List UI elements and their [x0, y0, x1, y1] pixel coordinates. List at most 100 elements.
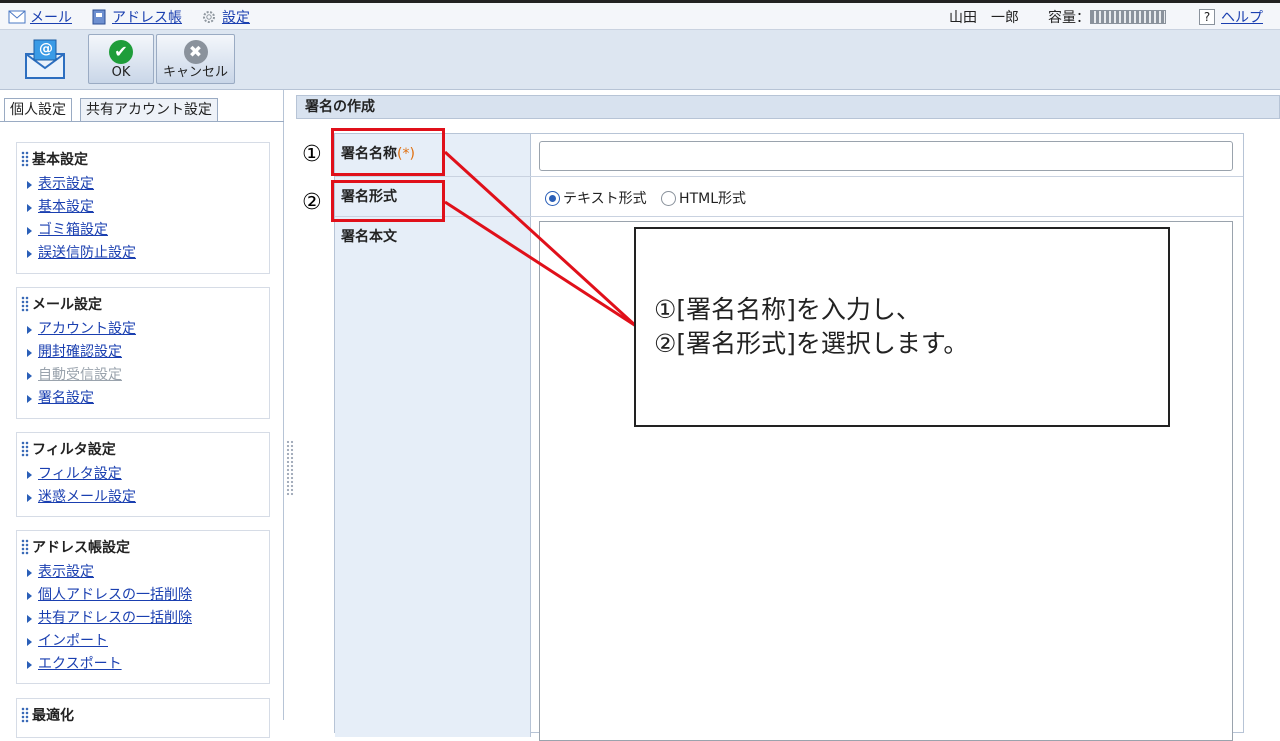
settings-sidebar: 個人設定 共有アカウント設定 基本設定 表示設定 基本設定 ゴミ箱設定 誤送信防止設定メ…	[0, 90, 284, 738]
sidebar-link[interactable]: 開封確認設定	[38, 341, 122, 364]
sidebar-link[interactable]: 共有アドレスの一括削除	[38, 607, 192, 630]
sidebar-link-item[interactable]: 基本設定	[27, 196, 269, 219]
radio-text-format[interactable]	[545, 191, 560, 206]
format-html-label: HTML形式	[679, 191, 747, 207]
nav-settings[interactable]: 設定	[200, 7, 250, 27]
section-title-text: メール設定	[32, 297, 102, 313]
highlight-signature-name	[331, 128, 445, 176]
user-name: 山田 一郎	[949, 10, 1019, 26]
sidebar-link-item[interactable]: 表示設定	[27, 173, 269, 196]
sidebar-link[interactable]: 迷惑メール設定	[38, 486, 136, 509]
section-title-text: フィルタ設定	[32, 442, 116, 458]
sidebar-link[interactable]: 誤送信防止設定	[38, 242, 136, 265]
format-html-option[interactable]: HTML形式	[661, 191, 746, 207]
page-title: 署名の作成	[296, 95, 1280, 119]
section-links: 表示設定 個人アドレスの一括削除 共有アドレスの一括削除 インポート エクスポート	[17, 561, 269, 676]
nav-address-book-link[interactable]: アドレス帳	[112, 7, 182, 27]
section-title: フィルタ設定	[17, 433, 269, 463]
settings-section: 最適化	[16, 698, 270, 738]
tab-shared-account-settings[interactable]: 共有アカウント設定	[80, 98, 218, 122]
sidebar-link-item[interactable]: フィルタ設定	[27, 463, 269, 486]
nav-settings-link[interactable]: 設定	[222, 7, 250, 27]
cancel-label: キャンセル	[162, 65, 228, 80]
top-bar: メール アドレス帳 設定 山田 一郎 容量： ? ヘルプ	[0, 0, 1280, 30]
sidebar-link-item: 自動受信設定	[27, 364, 269, 387]
at-glyph: @	[39, 41, 53, 57]
nav-address-book[interactable]: アドレス帳	[90, 7, 182, 27]
sidebar-link-item[interactable]: 迷惑メール設定	[27, 486, 269, 509]
arrow-right-icon	[27, 394, 32, 403]
help-icon: ?	[1199, 9, 1215, 25]
grip-icon	[21, 441, 29, 457]
highlight-signature-format	[331, 180, 445, 222]
signature-mail-icon: @	[24, 38, 66, 80]
arrow-right-icon	[27, 470, 32, 479]
instruction-callout: ①[署名名称]を入力し、 ②[署名形式]を選択します。	[634, 227, 1170, 427]
sidebar-link[interactable]: エクスポート	[38, 653, 122, 676]
sidebar-link[interactable]: 表示設定	[38, 561, 94, 584]
arrow-right-icon	[27, 203, 32, 212]
sidebar-link-item[interactable]: 表示設定	[27, 561, 269, 584]
sidebar-link-item[interactable]: エクスポート	[27, 653, 269, 676]
cancel-button[interactable]: ✖ キャンセル	[156, 34, 235, 84]
signature-form: 署名名称(*) 署名形式 テキスト形式 HTML形式 署名本文	[334, 133, 1244, 741]
sidebar-link: 自動受信設定	[38, 367, 122, 383]
sidebar-link-item[interactable]: 署名設定	[27, 387, 269, 410]
sidebar-link[interactable]: ゴミ箱設定	[38, 219, 108, 242]
sidebar-link-item[interactable]: 個人アドレスの一括削除	[27, 584, 269, 607]
sidebar-link-item[interactable]: 誤送信防止設定	[27, 242, 269, 265]
settings-section: 基本設定 表示設定 基本設定 ゴミ箱設定 誤送信防止設定	[16, 142, 270, 274]
arrow-right-icon	[27, 660, 32, 669]
toolbar: @ ✔ OK ✖ キャンセル	[0, 30, 1280, 90]
tab-personal-settings[interactable]: 個人設定	[4, 98, 72, 122]
arrow-right-icon	[27, 568, 32, 577]
grip-icon	[21, 707, 29, 723]
format-text-option[interactable]: テキスト形式	[545, 191, 647, 207]
quota: 容量：	[1048, 7, 1166, 27]
annotation-number-2: ②	[302, 190, 322, 215]
signature-name-input[interactable]	[539, 141, 1233, 171]
section-title: メール設定	[17, 288, 269, 318]
sidebar-link-item[interactable]: インポート	[27, 630, 269, 653]
settings-section: フィルタ設定 フィルタ設定 迷惑メール設定	[16, 432, 270, 517]
sidebar-link-item[interactable]: 共有アドレスの一括削除	[27, 607, 269, 630]
arrow-right-icon	[27, 614, 32, 623]
section-links: 表示設定 基本設定 ゴミ箱設定 誤送信防止設定	[17, 173, 269, 265]
sidebar-link[interactable]: 個人アドレスの一括削除	[38, 584, 192, 607]
nav-mail[interactable]: メール	[8, 7, 72, 27]
sidebar-link-item[interactable]: ゴミ箱設定	[27, 219, 269, 242]
sidebar-link-item[interactable]: アカウント設定	[27, 318, 269, 341]
section-title-text: 基本設定	[32, 152, 88, 168]
sidebar-link[interactable]: 署名設定	[38, 387, 94, 410]
section-links: アカウント設定 開封確認設定自動受信設定署名設定	[17, 318, 269, 410]
check-icon: ✔	[109, 40, 133, 64]
settings-section: アドレス帳設定 表示設定 個人アドレスの一括削除 共有アドレスの一括削除 インポート エク…	[16, 530, 270, 684]
callout-line-1: ①[署名名称]を入力し、	[654, 295, 921, 324]
sidebar-link[interactable]: インポート	[38, 630, 108, 653]
quota-bar	[1090, 10, 1166, 24]
radio-html-format[interactable]	[661, 191, 677, 206]
sidebar-link[interactable]: アカウント設定	[38, 318, 136, 341]
help[interactable]: ? ヘルプ	[1199, 7, 1263, 27]
ok-button[interactable]: ✔ OK	[88, 34, 154, 84]
tab-divider	[0, 121, 284, 122]
help-link[interactable]: ヘルプ	[1221, 7, 1263, 27]
sidebar-link[interactable]: フィルタ設定	[38, 463, 122, 486]
mail-icon	[8, 10, 26, 24]
section-title: アドレス帳設定	[17, 531, 269, 561]
arrow-right-icon	[27, 371, 32, 380]
sidebar-link[interactable]: 表示設定	[38, 173, 94, 196]
sidebar-link[interactable]: 基本設定	[38, 196, 94, 219]
nav-mail-link[interactable]: メール	[30, 7, 72, 27]
quota-label: 容量：	[1048, 10, 1090, 26]
sidebar-link-item[interactable]: 開封確認設定	[27, 341, 269, 364]
arrow-right-icon	[27, 493, 32, 502]
ok-label: OK	[111, 65, 131, 80]
splitter-handle[interactable]	[286, 440, 294, 496]
format-radio-group: テキスト形式 HTML形式	[545, 188, 746, 208]
grip-icon	[21, 151, 29, 167]
callout-line-2: ②[署名形式]を選択します。	[654, 329, 969, 358]
arrow-right-icon	[27, 249, 32, 258]
arrow-right-icon	[27, 325, 32, 334]
arrow-right-icon	[27, 637, 32, 646]
